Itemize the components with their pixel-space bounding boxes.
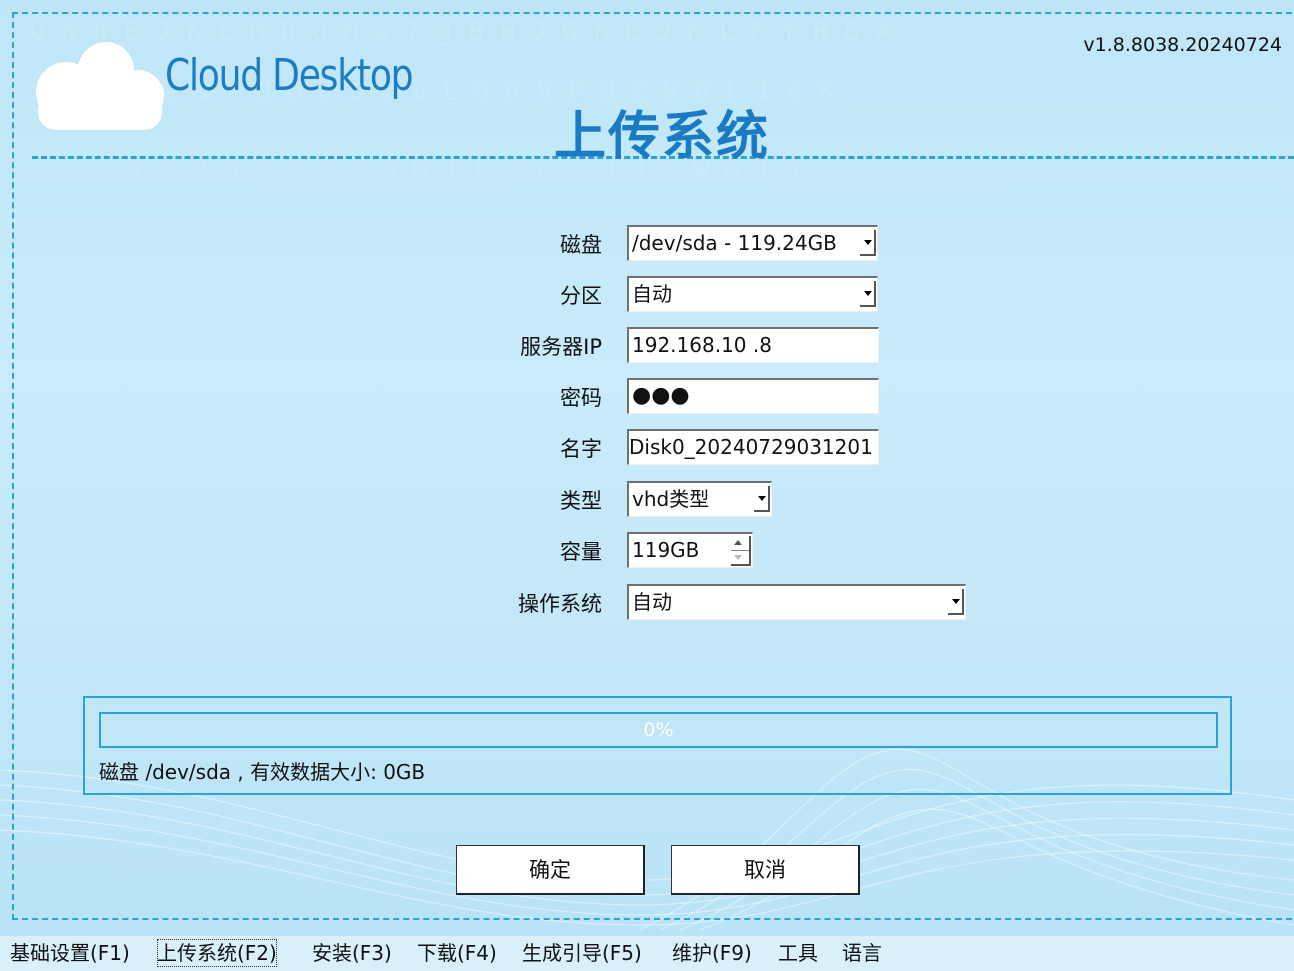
partition-select[interactable]: 自动 <box>627 276 878 312</box>
menu-install[interactable]: 安装(F3) <box>312 939 392 967</box>
capacity-row: 容量 119GB <box>0 532 1294 568</box>
chevron-down-icon[interactable] <box>860 281 876 307</box>
spin-border-right <box>749 536 751 564</box>
name-label: 名字 <box>560 437 602 461</box>
upload-system-window: Ö K h E J K L H D g H e 7 g B H J G h E … <box>0 0 1294 936</box>
confirm-button[interactable]: 确定 <box>456 845 645 895</box>
server-ip-row: 服务器IP 192.168.10 .8 <box>0 327 1294 363</box>
capacity-spinbox[interactable]: 119GB <box>627 532 753 568</box>
password-value: ●●● <box>632 383 690 408</box>
os-select-value: 自动 <box>632 590 672 614</box>
type-select[interactable]: vhd类型 <box>627 481 772 517</box>
capacity-label: 容量 <box>560 540 602 564</box>
bottom-menu-bar: 基础设置(F1) 上传系统(F2) 安装(F3) 下载(F4) 生成引导(F5)… <box>0 936 1294 971</box>
type-select-value: vhd类型 <box>632 487 710 511</box>
menu-tools[interactable]: 工具 <box>778 939 818 967</box>
spin-up-icon[interactable] <box>734 540 742 545</box>
server-ip-value: 192.168.10 .8 <box>632 333 772 357</box>
disk-select[interactable]: /dev/sda - 119.24GB <box>627 225 878 261</box>
progress-percent: 0% <box>643 719 674 741</box>
brand-name: Cloud Desktop <box>165 50 414 101</box>
os-label: 操作系统 <box>518 592 602 616</box>
partition-select-value: 自动 <box>632 282 672 306</box>
menu-download[interactable]: 下载(F4) <box>417 939 497 967</box>
menu-generate-boot[interactable]: 生成引导(F5) <box>522 939 642 967</box>
server-ip-label: 服务器IP <box>520 335 602 359</box>
name-row: 名字 Disk0_20240729031201 <box>0 429 1294 465</box>
progress-status: 磁盘 /dev/sda , 有效数据大小: 0GB <box>99 760 426 784</box>
disk-select-value: /dev/sda - 119.24GB <box>632 231 837 255</box>
type-label: 类型 <box>560 489 602 513</box>
partition-row: 分区 自动 <box>0 276 1294 312</box>
spin-down-icon[interactable] <box>734 555 742 560</box>
os-select[interactable]: 自动 <box>627 584 966 620</box>
password-row: 密码 ●●● <box>0 378 1294 414</box>
spin-buttons[interactable] <box>731 536 751 566</box>
menu-language[interactable]: 语言 <box>842 939 882 967</box>
disk-row: 磁盘 /dev/sda - 119.24GB <box>0 225 1294 261</box>
spin-divider <box>731 550 749 551</box>
spin-border-bottom <box>731 564 751 566</box>
chevron-down-icon[interactable] <box>860 230 876 256</box>
os-row: 操作系统 自动 <box>0 584 1294 620</box>
version-label: v1.8.8038.20240724 <box>1083 34 1282 56</box>
capacity-value: 119GB <box>632 538 700 562</box>
page-title: 上传系统 <box>554 107 771 167</box>
chevron-down-icon[interactable] <box>948 589 964 615</box>
cloud-logo-icon <box>36 42 164 130</box>
partition-label: 分区 <box>560 284 602 308</box>
password-label: 密码 <box>560 386 602 410</box>
cancel-button[interactable]: 取消 <box>671 845 860 895</box>
password-input[interactable]: ●●● <box>627 378 879 414</box>
name-value: Disk0_20240729031201 <box>629 435 873 459</box>
server-ip-input[interactable]: 192.168.10 .8 <box>627 327 879 363</box>
progress-bar: 0% <box>99 712 1218 748</box>
menu-maintenance[interactable]: 维护(F9) <box>672 939 752 967</box>
disk-label: 磁盘 <box>560 233 602 257</box>
chevron-down-icon[interactable] <box>754 486 770 512</box>
menu-basic-settings[interactable]: 基础设置(F1) <box>10 939 130 967</box>
menu-upload-system[interactable]: 上传系统(F2) <box>157 939 277 967</box>
name-input[interactable]: Disk0_20240729031201 <box>627 429 879 465</box>
type-row: 类型 vhd类型 <box>0 481 1294 517</box>
progress-panel: 0% 磁盘 /dev/sda , 有效数据大小: 0GB <box>83 696 1232 795</box>
